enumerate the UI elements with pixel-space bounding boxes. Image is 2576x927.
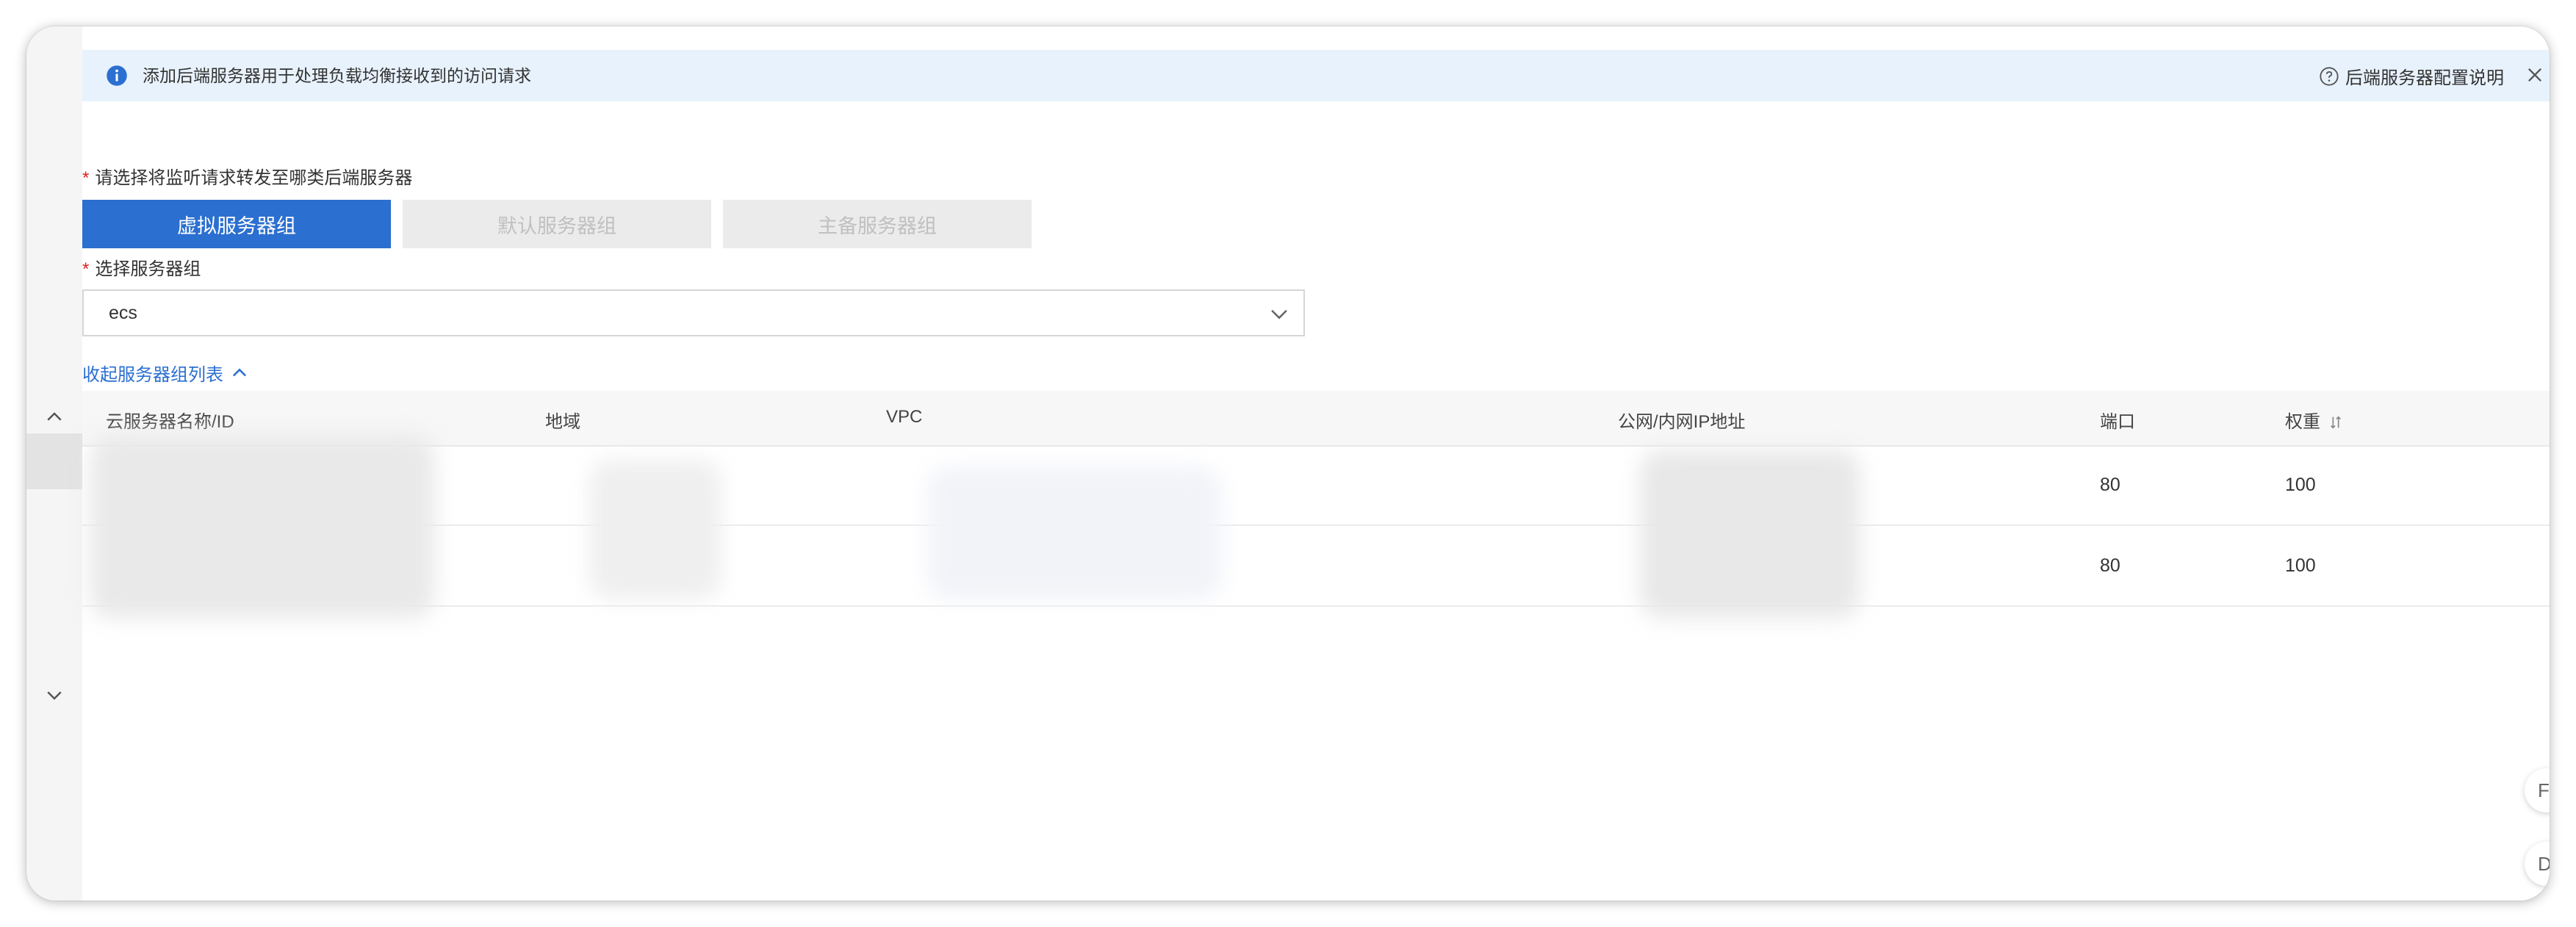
redacted-vpc-cell [927, 467, 1221, 599]
sort-icon [2330, 416, 2342, 429]
column-header-instance: 云服务器名称/ID [106, 412, 234, 432]
virtual-server-group-button[interactable]: 虚拟服务器组 [82, 200, 391, 248]
help-link-text: 后端服务器配置说明 [2345, 68, 2504, 88]
column-header-region: 地域 [545, 412, 580, 432]
row-port: 80 [2100, 475, 2120, 495]
row-port: 80 [2100, 555, 2120, 576]
question-circle-icon [2320, 66, 2339, 86]
notice-bar: 添加后端服务器用于处理负载均衡接收到的访问请求 后端服务器配置说明 [82, 50, 2550, 101]
scroll-up-button[interactable] [37, 400, 72, 435]
chevron-up-icon [232, 368, 247, 376]
redacted-instance-cell [90, 435, 435, 618]
column-header-vpc: VPC [886, 407, 923, 427]
chevron-down-icon [1271, 309, 1287, 320]
server-group-select-value: ecs [109, 303, 137, 323]
close-icon [2528, 68, 2541, 82]
row-weight: 100 [2285, 475, 2316, 495]
server-group-label: * 选择服务器组 [82, 254, 201, 280]
redacted-ip-cell [1640, 450, 1860, 618]
table-row[interactable]: 80 100 [82, 526, 2550, 607]
collapse-group-list-text: 收起服务器组列表 [82, 365, 223, 385]
left-rail [26, 26, 82, 901]
default-server-group-button[interactable]: 默认服务器组 [403, 200, 711, 248]
collapse-group-list-link[interactable]: 收起服务器组列表 [82, 360, 250, 386]
column-header-weight[interactable]: 权重 [2285, 407, 2344, 433]
column-header-weight-text: 权重 [2285, 412, 2320, 432]
notice-text: 添加后端服务器用于处理负载均衡接收到的访问请求 [143, 66, 531, 85]
required-mark: * [82, 259, 90, 279]
redacted-region-cell [589, 460, 722, 599]
help-link[interactable]: 后端服务器配置说明 [2319, 63, 2504, 89]
server-group-select[interactable]: ecs [82, 289, 1305, 336]
primary-backup-server-group-button[interactable]: 主备服务器组 [723, 200, 1032, 248]
scroll-down-button[interactable] [37, 677, 72, 713]
table-row[interactable]: 80 100 [82, 445, 2550, 526]
notice-close-button[interactable] [2523, 63, 2547, 87]
main-content: 添加后端服务器用于处理负载均衡接收到的访问请求 后端服务器配置说明 * 请选择将监… [82, 26, 2550, 901]
chevron-down-icon [47, 691, 62, 700]
table-header: 云服务器名称/ID 地域 VPC 公网/内网IP地址 端口 权重 [82, 391, 2550, 447]
info-icon [107, 65, 127, 86]
column-header-ip: 公网/内网IP地址 [1618, 412, 1746, 432]
chevron-up-icon [47, 412, 62, 421]
column-header-port: 端口 [2100, 412, 2135, 432]
server-group-label-text: 选择服务器组 [95, 259, 201, 279]
rail-selected-item[interactable] [26, 433, 82, 489]
forward-type-label-text: 请选择将监听请求转发至哪类后端服务器 [95, 168, 413, 188]
forward-type-label: * 请选择将监听请求转发至哪类后端服务器 [82, 163, 412, 189]
app-window: 添加后端服务器用于处理负载均衡接收到的访问请求 后端服务器配置说明 * 请选择将监… [26, 26, 2550, 901]
row-weight: 100 [2285, 555, 2316, 576]
required-mark: * [82, 168, 90, 188]
